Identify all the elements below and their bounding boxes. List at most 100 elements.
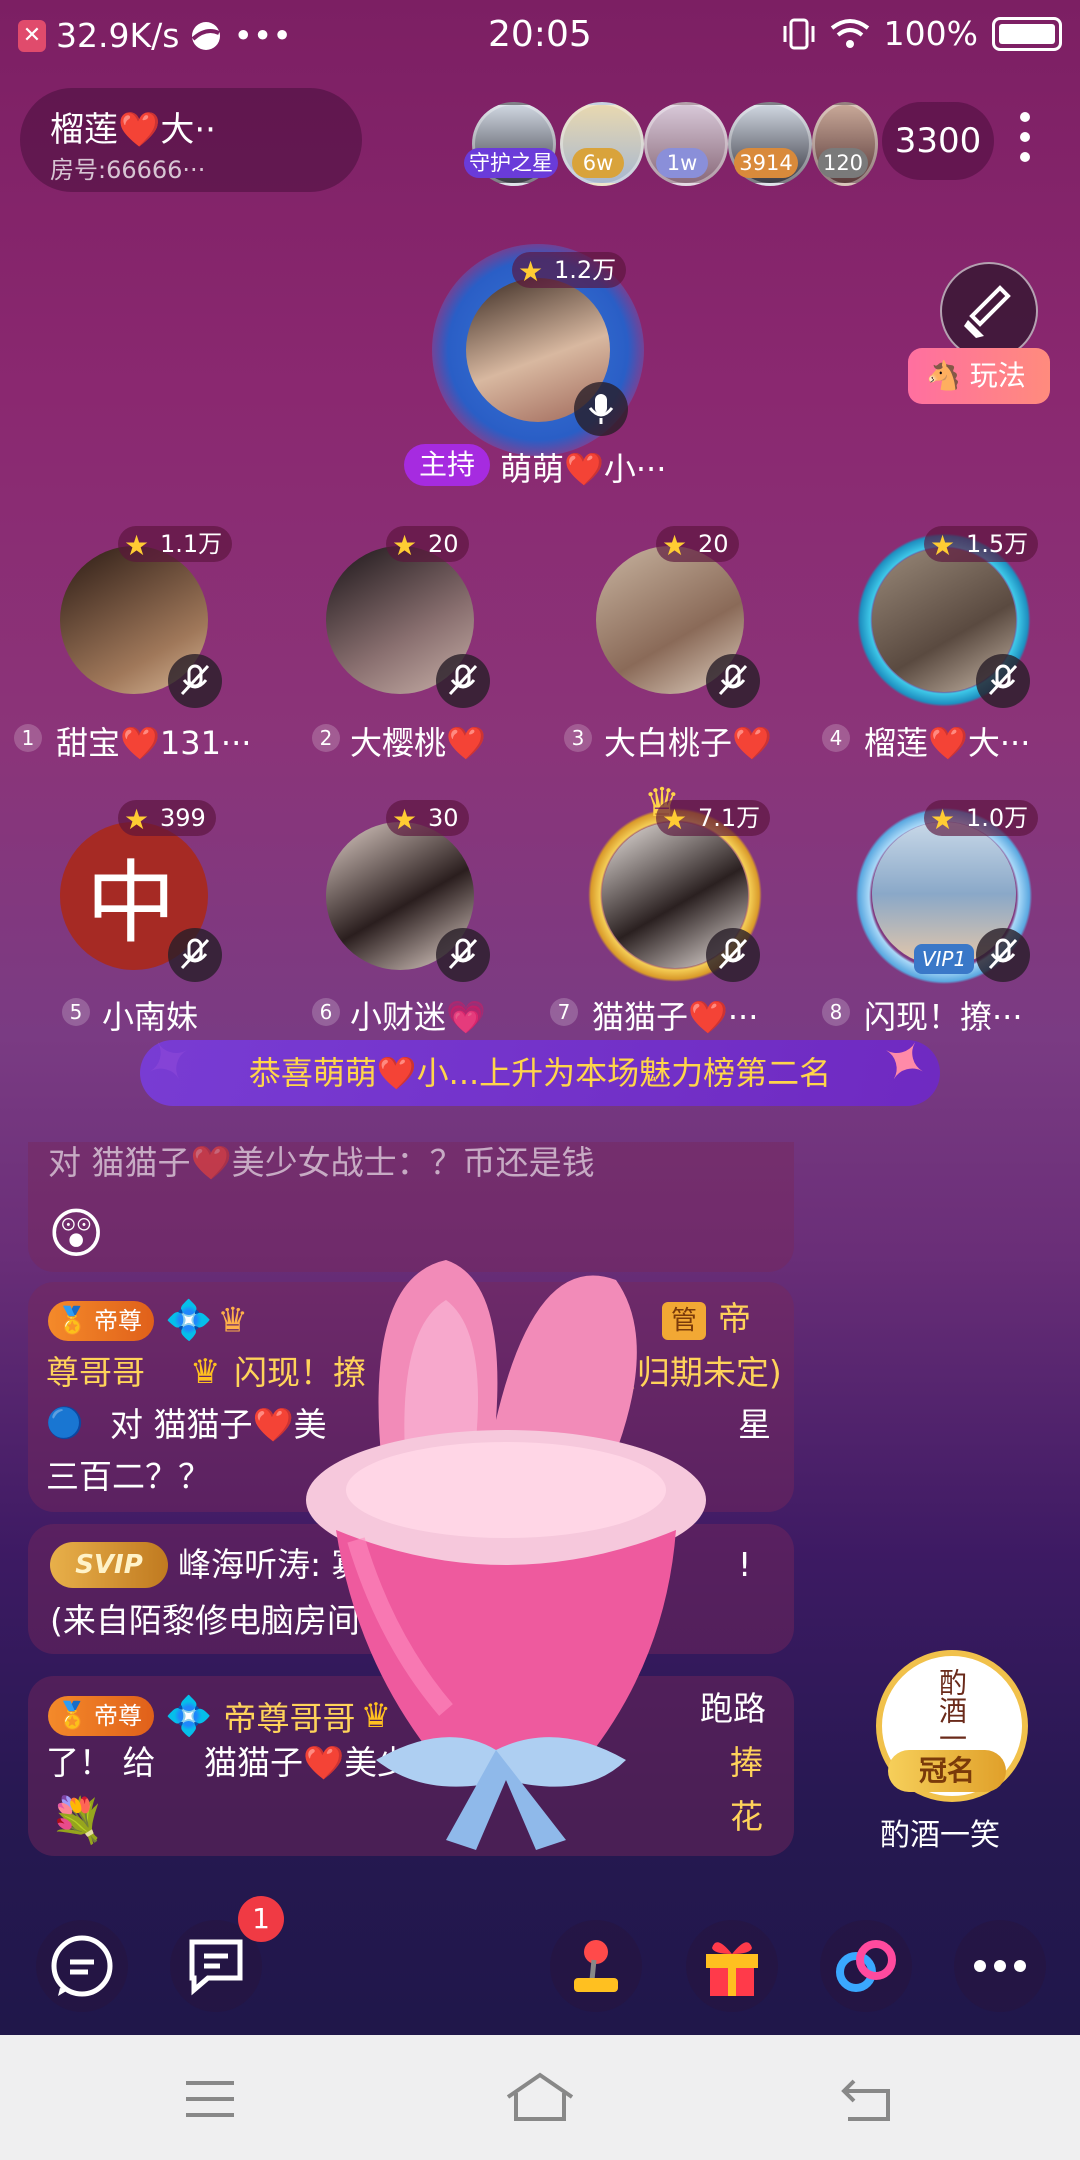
- gift-button[interactable]: [686, 1920, 778, 2012]
- comment-button[interactable]: [36, 1920, 128, 2012]
- battery-icon: [992, 16, 1062, 51]
- audience-tag: 6w: [572, 148, 624, 178]
- star-icon: ★: [662, 529, 688, 562]
- host-name: 萌萌❤️小···: [500, 450, 667, 488]
- seat-number: 4: [822, 724, 850, 752]
- star-icon: ★: [124, 529, 150, 562]
- badge-label: 帝尊: [94, 1306, 142, 1335]
- gameplay-button[interactable]: 🐴 玩法: [908, 348, 1050, 404]
- seat-score: 30: [428, 804, 459, 832]
- seat-score-badge: ★ 30: [386, 800, 469, 836]
- wifi-icon: [830, 18, 869, 48]
- system-nav-bar: [0, 2035, 1080, 2160]
- chat-line-text: 三百二？？: [46, 1457, 211, 1496]
- crown-avatar-text: 酌酒一: [935, 1668, 968, 1752]
- clean-screen-button[interactable]: [940, 262, 1038, 360]
- calligraphy-avatar-art: 中: [86, 851, 176, 956]
- chat-line-text: !: [738, 1545, 752, 1584]
- more-options-button[interactable]: [954, 1920, 1046, 2012]
- game-button[interactable]: [550, 1920, 642, 2012]
- online-count[interactable]: 3300: [882, 102, 994, 180]
- seat-score-badge: ★ 20: [386, 526, 469, 562]
- surprised-emoji-icon: 😲: [48, 1202, 105, 1265]
- chat-line-text: 星: [738, 1405, 771, 1444]
- seat-number: 8: [822, 998, 850, 1026]
- host-role-tag: 主持: [404, 444, 490, 486]
- mic-off-icon: [988, 664, 1018, 696]
- joystick-icon: [574, 1940, 618, 1992]
- dizun-badge: 🏅 帝尊: [48, 1696, 154, 1736]
- seat-score-badge: ★ 20: [656, 526, 739, 562]
- seat-score: 399: [160, 804, 206, 832]
- medal-icon: 🏅: [56, 1305, 89, 1336]
- crown-icon: ♛: [190, 1352, 221, 1392]
- seat-muted-button[interactable]: [436, 654, 490, 708]
- seat-name: 小财迷💗: [350, 998, 486, 1036]
- seat-name: 榴莲❤️大···: [864, 724, 1031, 762]
- battery-percent: 100%: [883, 14, 978, 53]
- seat-muted-button[interactable]: [976, 928, 1030, 982]
- network-speed: 32.9K/s: [56, 16, 180, 55]
- chat-line-text: 捧花: [730, 1743, 763, 1836]
- room-id: 房号:66666···: [50, 156, 206, 184]
- seat-score: 7.1万: [698, 804, 761, 832]
- star-icon: ★: [518, 255, 544, 288]
- mic-off-icon: [718, 664, 748, 696]
- badge-label: 帝尊: [94, 1702, 142, 1730]
- chat-line-text: 对 猫猫子❤️美: [110, 1405, 327, 1444]
- bouquet-gift-icon: 💐: [50, 1795, 105, 1846]
- seat-name: 猫猫子❤️···: [592, 998, 759, 1036]
- seat-name: 闪现！撩···: [864, 998, 1023, 1036]
- chat-bubble-icon: [51, 1935, 113, 1997]
- seat-name: 甜宝❤️131···: [56, 724, 252, 762]
- back-icon[interactable]: [836, 2071, 896, 2127]
- room-info[interactable]: 榴莲❤️大·· 房号:66666···: [20, 88, 362, 192]
- seat-number: 7: [550, 998, 578, 1026]
- seat-muted-button[interactable]: [168, 928, 222, 982]
- clock: 20:05: [488, 14, 592, 55]
- seat-number: 3: [564, 724, 592, 752]
- gift-icon: [706, 1942, 758, 1996]
- more-menu-icon[interactable]: [1020, 112, 1032, 172]
- seat-muted-button[interactable]: [976, 654, 1030, 708]
- star-badge-icon: 💠: [165, 1298, 213, 1342]
- crown-label: 冠名: [888, 1750, 1006, 1792]
- star-icon: ★: [930, 803, 956, 836]
- audience-tag: 120: [818, 148, 868, 178]
- seat-name: 大白桃子❤️: [604, 724, 772, 762]
- seat-muted-button[interactable]: [168, 654, 222, 708]
- audience-tag: 3914: [734, 148, 798, 178]
- svip-badge: SVIP: [50, 1542, 168, 1588]
- menu-icon[interactable]: [180, 2075, 240, 2125]
- level-icon: 🔵: [46, 1406, 84, 1441]
- seat-score: 1.0万: [966, 804, 1029, 832]
- audience-tag: 守护之星: [464, 148, 558, 178]
- seat-number: 5: [62, 998, 90, 1026]
- dizun-badge: 🏅 帝尊: [48, 1300, 154, 1341]
- broom-icon: [964, 285, 1011, 338]
- chat-line: 🏅 帝尊 💠 ♛: [48, 1298, 248, 1343]
- seat-muted-button[interactable]: [706, 654, 760, 708]
- vibrate-icon: [783, 18, 815, 49]
- medal-icon: 🏅: [56, 1701, 89, 1731]
- seat-muted-button[interactable]: [436, 928, 490, 982]
- seat-score-badge: ★ 7.1万: [656, 800, 771, 836]
- home-icon[interactable]: [500, 2067, 580, 2127]
- link-button[interactable]: [820, 1920, 912, 2012]
- seat-score: 1.1万: [160, 530, 223, 558]
- room-name: 榴莲❤️大··: [50, 110, 216, 150]
- ranking-banner: 恭喜萌萌❤️小...上升为本场魅力榜第二名: [140, 1040, 940, 1106]
- seat-muted-button[interactable]: [706, 928, 760, 982]
- crown-sponsor-name: 酌酒一笑: [880, 1818, 1000, 1853]
- mic-off-icon: [718, 938, 748, 970]
- seat-score-badge: ★ 1.5万: [924, 526, 1039, 562]
- audience-tag: 1w: [656, 148, 708, 178]
- seat-name: 大樱桃❤️: [350, 724, 486, 762]
- star-icon: ★: [930, 529, 956, 562]
- microphone-icon: [588, 394, 614, 424]
- seat-score: 20: [428, 530, 459, 558]
- host-mic-button[interactable]: [574, 382, 628, 436]
- star-icon: ★: [662, 803, 688, 836]
- seat-score-badge: ★ 1.0万: [924, 800, 1039, 836]
- seat-score: 20: [698, 530, 729, 558]
